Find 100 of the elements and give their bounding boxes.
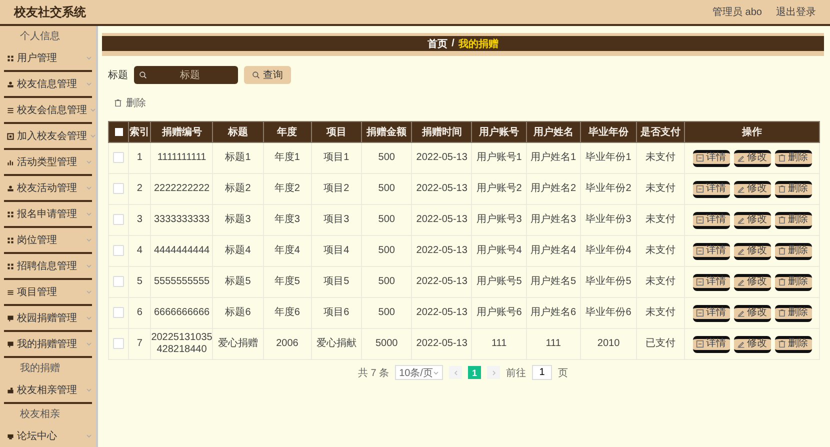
table-cell: 标题3 [212, 204, 264, 236]
submenu-item[interactable]: 我的捐赠 [4, 358, 92, 378]
table-cell: 20225131035428218440 [150, 328, 213, 360]
menu-item[interactable]: 活动类型管理 [4, 150, 92, 176]
document-icon [696, 278, 704, 286]
select-all-checkbox[interactable] [114, 128, 123, 136]
delete-button[interactable]: 删除 [114, 96, 146, 110]
table-cell: 2022-05-13 [412, 142, 472, 174]
menu-icon [7, 80, 14, 88]
trash-icon [778, 309, 786, 317]
menu-item[interactable]: 招聘信息管理 [4, 254, 92, 280]
row-action-button[interactable]: 详情 [692, 336, 730, 352]
prev-page-button[interactable] [449, 366, 462, 379]
document-icon [696, 154, 704, 162]
row-action-button[interactable]: 修改 [734, 180, 771, 198]
table-cell: 2022-05-13 [412, 266, 472, 298]
menu-item[interactable]: 论坛中心 [4, 424, 92, 447]
row-action-button[interactable]: 修改 [734, 336, 771, 352]
pencil-icon [737, 278, 746, 286]
table-cell: 项目4 [311, 236, 362, 266]
table-cell: 未支付 [636, 174, 685, 204]
row-action-button[interactable]: 删除 [774, 274, 812, 290]
chevron-down-icon [86, 185, 92, 191]
goto-page-field[interactable]: 1 [532, 365, 552, 380]
table-cell: 用户姓名3 [526, 204, 580, 236]
table-cell: 未支付 [636, 266, 685, 298]
menu-item[interactable]: 校友活动管理 [4, 176, 92, 202]
table-cell: 年度1 [263, 142, 312, 174]
menu-item[interactable]: 校友会信息管理 [4, 98, 92, 124]
table-cell: 毕业年份2 [580, 174, 637, 204]
breadcrumb-home[interactable]: 首页 [428, 36, 448, 50]
app-title: 校友社交系统 [14, 4, 87, 20]
row-action-button[interactable]: 修改 [734, 150, 771, 166]
table-cell: 7 [128, 328, 151, 360]
table-cell: 爱心捐赠 [212, 328, 264, 360]
table-cell: 未支付 [636, 236, 685, 266]
row-checkbox[interactable] [113, 214, 124, 225]
table-cell: 毕业年份1 [580, 142, 637, 174]
chevron-down-icon [86, 237, 92, 243]
menu-item[interactable]: 校园捐赠管理 [4, 306, 92, 332]
column-header: 用户账号 [472, 122, 526, 142]
chevron-down-icon [86, 55, 92, 61]
menu-item[interactable]: 岗位管理 [4, 228, 92, 254]
table-cell: 爱心捐献 [311, 328, 362, 360]
menu-icon [7, 132, 14, 140]
row-action-button[interactable]: 删除 [774, 212, 812, 228]
row-checkbox[interactable] [113, 276, 124, 287]
row-action-button[interactable]: 删除 [774, 242, 812, 260]
row-checkbox[interactable] [113, 152, 124, 163]
row-action-button[interactable]: 详情 [692, 212, 730, 228]
logout-link[interactable]: 退出登录 [776, 5, 816, 19]
search-field[interactable]: 标题 [134, 66, 238, 84]
table-cell: 年度4 [263, 236, 312, 266]
column-header: 是否支付 [636, 122, 685, 142]
row-checkbox[interactable] [113, 306, 124, 318]
menu-item[interactable]: 加入校友会管理 [4, 124, 92, 150]
table-cell: 毕业年份4 [580, 236, 637, 266]
row-action-button[interactable]: 详情 [692, 150, 730, 166]
row-action-button[interactable]: 删除 [774, 336, 812, 352]
row-checkbox[interactable] [113, 244, 124, 256]
table-cell: 未支付 [636, 204, 685, 236]
menu-item[interactable]: 校友相亲管理 [4, 378, 92, 404]
column-header: 年度 [263, 122, 312, 142]
row-action-button[interactable]: 删除 [774, 304, 812, 322]
menu-icon [7, 314, 14, 322]
menu-item[interactable]: 报名申请管理 [4, 202, 92, 228]
menu-item[interactable]: 校友信息管理 [4, 72, 92, 98]
table-cell: 用户账号2 [472, 174, 526, 204]
row-action-button[interactable]: 详情 [692, 180, 730, 198]
table-cell: 年度6 [263, 298, 312, 328]
search-button[interactable]: 查询 [244, 66, 291, 84]
menu-item[interactable]: 我的捐赠管理 [4, 332, 92, 358]
row-checkbox[interactable] [113, 338, 124, 349]
table-cell: 已支付 [636, 328, 685, 360]
row-action-button[interactable]: 修改 [734, 242, 771, 260]
trash-icon [114, 99, 122, 107]
menu-item[interactable]: 用户管理 [4, 46, 92, 72]
next-page-button[interactable] [487, 366, 500, 379]
table-cell: 5 [128, 266, 151, 298]
document-icon [696, 185, 704, 193]
table-cell: 1111111111 [150, 142, 213, 174]
table-cell: 用户姓名6 [526, 298, 580, 328]
page-size-select[interactable]: 10条/页 [395, 365, 444, 380]
row-action-button[interactable]: 详情 [692, 274, 730, 290]
row-action-button[interactable]: 删除 [774, 180, 812, 198]
table-cell: 未支付 [636, 142, 685, 174]
row-action-button[interactable]: 详情 [692, 304, 730, 322]
row-action-button[interactable]: 修改 [734, 274, 771, 290]
row-action-button[interactable]: 修改 [734, 304, 771, 322]
table-cell: 3333333333 [150, 204, 213, 236]
row-action-button[interactable]: 修改 [734, 212, 771, 228]
submenu-item[interactable]: 校友相亲 [4, 404, 92, 424]
table-cell: 500 [362, 298, 412, 328]
row-checkbox[interactable] [113, 182, 124, 194]
row-action-button[interactable]: 删除 [774, 150, 812, 166]
table-cell: 标题6 [212, 298, 264, 328]
row-action-button[interactable]: 详情 [692, 242, 730, 260]
menu-item[interactable]: 项目管理 [4, 280, 92, 306]
submenu-item[interactable]: 个人信息 [4, 26, 92, 46]
menu-icon [7, 158, 14, 166]
